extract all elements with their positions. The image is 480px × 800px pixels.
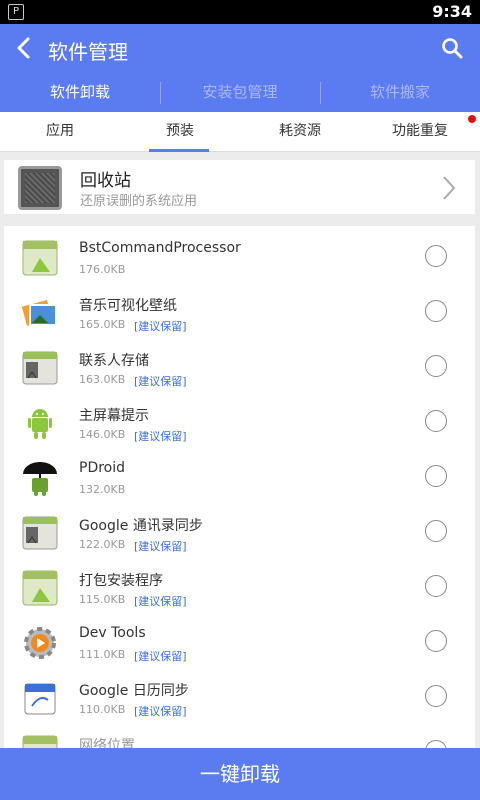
top-tabs: 软件卸载 安装包管理 软件搬家 [0,78,480,112]
active-tab-indicator [149,149,209,152]
select-radio[interactable] [425,245,447,267]
select-radio[interactable] [425,740,447,748]
app-size: 165.0KB [79,318,126,331]
subtab-resource-heavy[interactable]: 耗资源 [240,112,360,152]
one-click-uninstall-button[interactable]: 一键卸载 [0,748,480,800]
recycle-bin-title: 回收站 [80,171,131,191]
app-size: 111.0KB [79,648,126,661]
subtab-label: 功能重复 [392,123,448,139]
app-name: Google 日历同步 [79,683,189,699]
android-package-icon [22,735,58,748]
app-name: 网络位置 [79,738,135,748]
select-radio[interactable] [425,410,447,432]
tab-label: 安装包管理 [202,83,278,101]
page-title: 软件管理 [48,40,128,64]
tab-label: 软件卸载 [49,83,110,101]
subtab-label: 耗资源 [279,123,321,139]
sub-tabs: 应用 预装 耗资源 功能重复 [0,112,480,152]
search-icon[interactable] [440,36,464,60]
subtab-preinstalled[interactable]: 预装 [120,112,240,152]
select-radio[interactable] [425,300,447,322]
select-radio[interactable] [425,575,447,597]
list-item[interactable]: 音乐可视化壁纸 165.0KB [建议保留] [4,287,475,342]
select-radio[interactable] [425,355,447,377]
app-size: 146.0KB [79,428,126,441]
app-size: 176.0KB [79,263,126,276]
app-name: Google 通讯录同步 [79,518,203,534]
app-size: 110.0KB [79,703,126,716]
recommend-keep-tag: [建议保留] [134,705,187,718]
list-item[interactable]: 打包安装程序 115.0KB [建议保留] [4,562,475,617]
system-package-icon [22,351,58,385]
subtab-label: 预装 [166,123,194,139]
tab-divider [160,82,161,104]
app-name: BstCommandProcessor [79,240,241,256]
app-size: 132.0KB [79,483,126,496]
select-radio[interactable] [425,685,447,707]
app-name: 联系人存储 [79,353,149,369]
list-item[interactable]: 网络位置 [4,727,475,748]
list-item[interactable]: Dev Tools 111.0KB [建议保留] [4,617,475,672]
recommend-keep-tag: [建议保留] [134,595,187,608]
app-name: 打包安装程序 [79,573,163,589]
list-item[interactable]: Google 通讯录同步 122.0KB [建议保留] [4,507,475,562]
recommend-keep-tag: [建议保留] [134,375,187,388]
android-package-icon [22,240,58,276]
app-name: 音乐可视化壁纸 [79,298,177,314]
calendar-icon [24,683,56,715]
notification-dot [468,115,476,123]
gear-icon [24,627,56,659]
app-size: 163.0KB [79,373,126,386]
android-robot-icon [28,409,52,439]
app-list: BstCommandProcessor 176.0KB 音乐可视化壁纸 165.… [4,226,475,748]
recycle-bin-description: 还原误删的系统应用 [80,194,198,209]
tab-package-manager[interactable]: 安装包管理 [160,78,320,112]
app-bar: 软件管理 软件卸载 安装包管理 软件搬家 [0,24,480,112]
list-item[interactable]: PDroid 132.0KB [4,452,475,507]
photo-gallery-icon [21,299,57,327]
select-radio[interactable] [425,630,447,652]
list-item[interactable]: 主屏幕提示 146.0KB [建议保留] [4,397,475,452]
tab-divider [320,82,321,104]
notification-icon: P [8,4,24,20]
system-package-icon [22,516,58,550]
recycle-bin-icon [18,166,62,210]
list-item[interactable]: Google 日历同步 110.0KB [建议保留] [4,672,475,727]
tab-move-app[interactable]: 软件搬家 [320,78,480,112]
list-item[interactable]: 联系人存储 163.0KB [建议保留] [4,342,475,397]
recommend-keep-tag: [建议保留] [134,320,187,333]
subtab-apps[interactable]: 应用 [0,112,120,152]
app-size: 115.0KB [79,593,126,606]
app-name: 主屏幕提示 [79,408,149,424]
recommend-keep-tag: [建议保留] [134,650,187,663]
android-umbrella-icon [23,462,57,496]
tab-label: 软件搬家 [369,83,430,101]
recycle-bin-entry[interactable]: 回收站 还原误删的系统应用 [4,160,475,214]
tab-uninstall[interactable]: 软件卸载 [0,78,160,112]
list-item[interactable]: BstCommandProcessor 176.0KB [4,232,475,287]
chevron-right-icon [443,176,456,200]
android-package-icon [22,570,58,606]
recommend-keep-tag: [建议保留] [134,430,187,443]
back-arrow-icon[interactable] [10,34,38,62]
app-name: Dev Tools [79,625,146,641]
subtab-label: 应用 [46,123,74,139]
status-bar: P 9:34 [0,0,480,24]
app-name: PDroid [79,460,126,476]
recommend-keep-tag: [建议保留] [134,540,187,553]
select-radio[interactable] [425,520,447,542]
status-clock: 9:34 [432,2,472,21]
select-radio[interactable] [425,465,447,487]
app-size: 122.0KB [79,538,126,551]
subtab-duplicate[interactable]: 功能重复 [360,112,480,152]
